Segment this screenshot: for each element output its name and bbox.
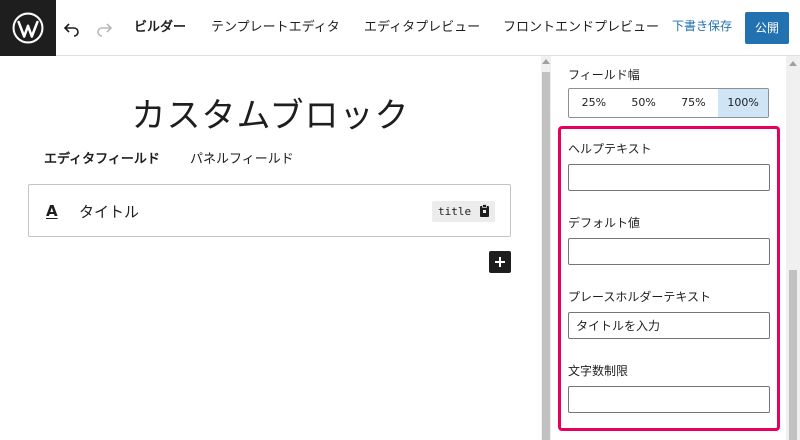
save-draft-button[interactable]: 下書き保存	[672, 17, 732, 34]
field-row-title[interactable]: A タイトル title	[28, 184, 511, 237]
field-label: タイトル	[79, 203, 140, 221]
canvas-scrollbar[interactable]	[541, 56, 551, 440]
field-width-options: 25% 50% 75% 100%	[568, 88, 769, 118]
wordpress-logo-glyph	[12, 12, 44, 44]
width-option-100[interactable]: 100%	[718, 89, 768, 117]
tab-editor-preview[interactable]: エディタプレビュー	[364, 0, 480, 56]
redo-icon[interactable]	[92, 16, 116, 40]
default-value-label: デフォルト値	[568, 216, 641, 230]
undo-icon[interactable]	[60, 16, 84, 40]
width-option-75[interactable]: 75%	[669, 89, 719, 117]
char-limit-label: 文字数制限	[568, 364, 629, 378]
placeholder-input[interactable]	[568, 312, 770, 339]
tab-editor-fields[interactable]: エディタフィールド	[44, 148, 160, 167]
field-slug-badge[interactable]: title	[432, 201, 495, 222]
scroll-up-arrow-icon[interactable]	[542, 59, 550, 64]
char-limit-input[interactable]	[568, 386, 770, 413]
field-width-label: フィールド幅	[568, 68, 640, 82]
plus-icon	[495, 257, 505, 267]
help-text-input[interactable]	[568, 164, 770, 191]
tab-frontend-preview[interactable]: フロントエンドプレビュー	[503, 0, 659, 56]
canvas-scrollbar-thumb[interactable]	[542, 72, 550, 440]
help-text-label: ヘルプテキスト	[568, 142, 652, 156]
sidebar-scrollbar[interactable]	[786, 56, 800, 440]
publish-button[interactable]: 公開	[745, 12, 789, 44]
width-option-25[interactable]: 25%	[569, 89, 619, 117]
tab-builder[interactable]: ビルダー	[134, 0, 186, 56]
block-title: カスタムブロック	[131, 96, 410, 136]
settings-sidebar: フィールド幅 25% 50% 75% 100% ヘルプテキスト デフォルト値 プ…	[551, 56, 786, 440]
default-value-input[interactable]	[568, 238, 770, 265]
tab-template-editor[interactable]: テンプレートエディタ	[211, 0, 340, 56]
tab-panel-fields[interactable]: パネルフィールド	[190, 148, 294, 167]
scroll-up-arrow-icon[interactable]	[789, 61, 797, 66]
text-field-icon: A	[46, 202, 58, 220]
block-canvas: カスタムブロック エディタフィールド パネルフィールド A タイトル title	[0, 56, 541, 440]
wordpress-logo-icon[interactable]	[0, 0, 56, 56]
field-slug: title	[438, 205, 472, 218]
placeholder-label: プレースホルダーテキスト	[568, 290, 712, 304]
add-field-button[interactable]	[489, 251, 511, 273]
top-toolbar: ビルダー テンプレートエディタ エディタプレビュー フロントエンドプレビュー 下…	[0, 0, 800, 56]
width-option-50[interactable]: 50%	[619, 89, 669, 117]
sidebar-scrollbar-thumb[interactable]	[789, 270, 797, 440]
copy-icon[interactable]	[479, 204, 491, 218]
